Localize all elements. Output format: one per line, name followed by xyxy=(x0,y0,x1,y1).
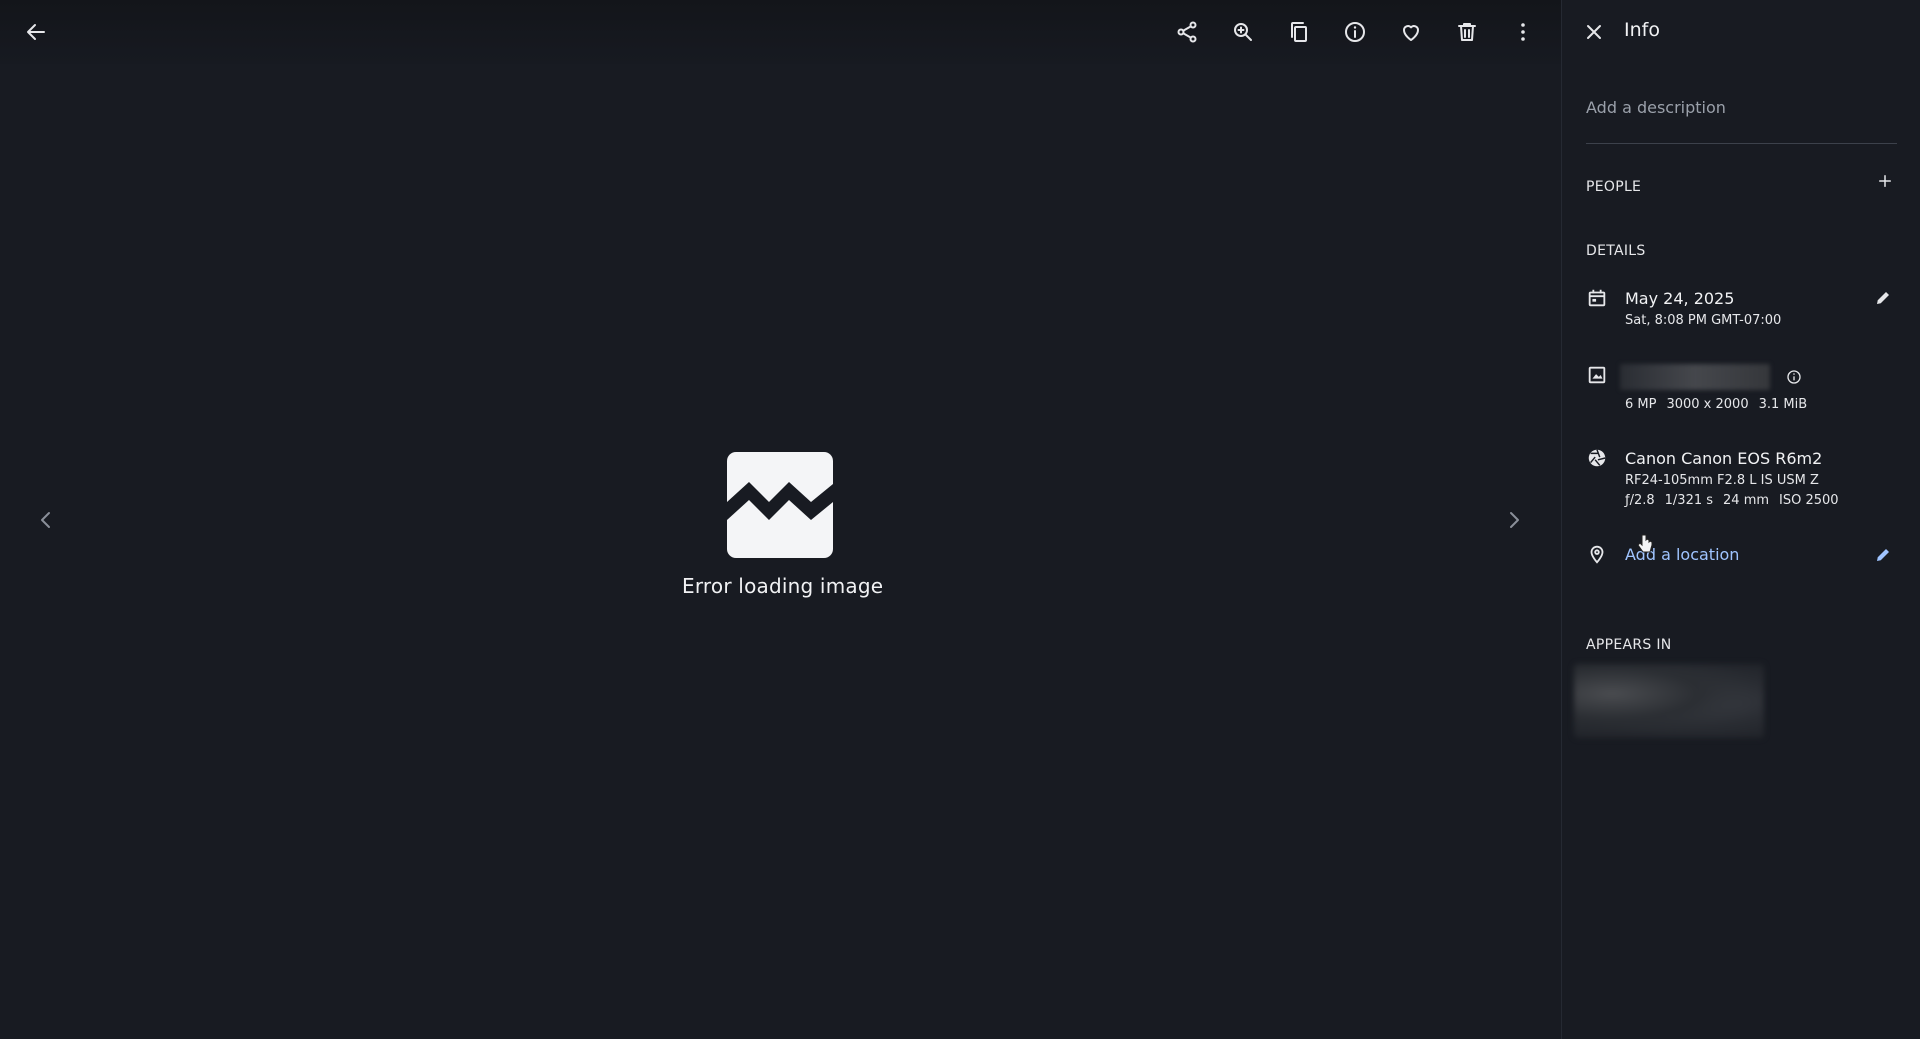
photo-viewer: Error loading image xyxy=(0,0,1561,1039)
location-pin-icon xyxy=(1586,543,1610,567)
chevron-right-icon xyxy=(1510,512,1519,528)
panel-title: Info xyxy=(1624,19,1660,41)
delete-button[interactable] xyxy=(1445,10,1489,54)
calendar-icon xyxy=(1586,287,1610,311)
info-icon[interactable] xyxy=(1786,369,1804,387)
hand-cursor-icon xyxy=(1637,534,1653,553)
details-section-title: DETAILS xyxy=(1586,243,1646,259)
description-field[interactable]: Add a description xyxy=(1586,94,1897,144)
more-vertical-icon xyxy=(1521,23,1525,41)
copy-button[interactable] xyxy=(1277,10,1321,54)
zoom-in-button[interactable] xyxy=(1221,10,1265,54)
image-icon xyxy=(1586,364,1610,388)
arrow-left-icon xyxy=(27,24,45,40)
lens-model: RF24-105mm F2.8 L IS USM Z xyxy=(1625,473,1819,488)
close-panel-button[interactable] xyxy=(1572,10,1616,54)
heart-icon xyxy=(1403,25,1419,41)
share-icon xyxy=(1177,21,1197,43)
add-person-button[interactable] xyxy=(1869,165,1901,197)
previous-button[interactable] xyxy=(24,498,68,542)
people-section-title: PEOPLE xyxy=(1586,179,1642,195)
edit-date-button[interactable] xyxy=(1874,289,1898,313)
shutter-speed: 1/321 s xyxy=(1664,493,1714,508)
date-primary: May 24, 2025 xyxy=(1625,289,1735,308)
camera-model: Canon Canon EOS R6m2 xyxy=(1625,449,1823,468)
info-panel: Info Add a description PEOPLE DETAILS Ma… xyxy=(1561,0,1920,1039)
file-size: 3.1 MiB xyxy=(1758,397,1808,412)
aperture-icon xyxy=(1586,447,1610,471)
dimensions: 3000 x 2000 xyxy=(1666,397,1749,412)
album-thumbnail[interactable] xyxy=(1574,664,1764,738)
viewer-toolbar xyxy=(0,0,1561,64)
pencil-icon xyxy=(1877,549,1889,561)
copy-icon xyxy=(1291,22,1307,42)
next-button[interactable] xyxy=(1492,498,1536,542)
favorite-button[interactable] xyxy=(1389,10,1433,54)
exposure-meta: ƒ/2.8 1/321 s 24 mm ISO 2500 xyxy=(1625,493,1849,508)
info-button[interactable] xyxy=(1333,10,1377,54)
plus-icon xyxy=(1879,175,1891,187)
error-message: Error loading image xyxy=(682,452,884,598)
megapixels: 6 MP xyxy=(1625,397,1657,412)
broken-image-icon xyxy=(727,452,833,558)
edit-location-button[interactable] xyxy=(1874,546,1898,570)
trash-icon xyxy=(1458,23,1476,41)
error-text: Error loading image xyxy=(682,574,884,598)
close-icon xyxy=(1587,25,1601,39)
info-icon xyxy=(1345,22,1365,42)
image-meta: 6 MP 3000 x 2000 3.1 MiB xyxy=(1625,397,1817,412)
appears-in-section-title: APPEARS IN xyxy=(1586,637,1672,653)
focal-length: 24 mm xyxy=(1723,493,1770,508)
pencil-icon xyxy=(1877,292,1889,304)
chevron-left-icon xyxy=(41,512,50,528)
date-secondary: Sat, 8:08 PM GMT-07:00 xyxy=(1625,313,1782,328)
filename-redacted xyxy=(1620,364,1770,390)
zoom-in-icon xyxy=(1234,23,1252,41)
aperture-value: ƒ/2.8 xyxy=(1625,493,1655,508)
iso-value: ISO 2500 xyxy=(1779,493,1839,508)
more-button[interactable] xyxy=(1501,10,1545,54)
share-button[interactable] xyxy=(1165,10,1209,54)
back-button[interactable] xyxy=(14,10,58,54)
